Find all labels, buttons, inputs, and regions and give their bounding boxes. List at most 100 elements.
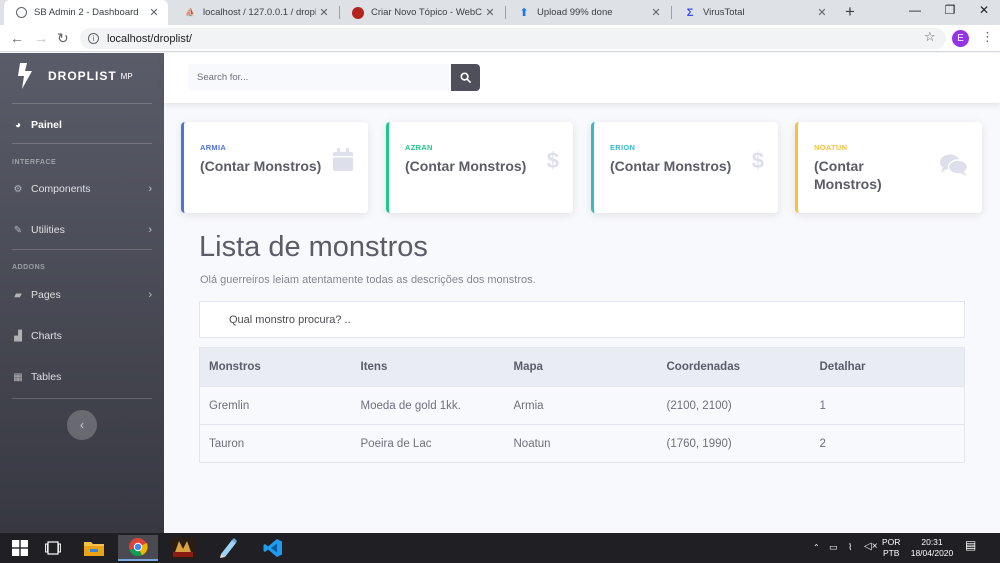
tab-virustotal[interactable]: Σ VirusTotal ✕ [672,0,836,25]
restore-window-icon[interactable]: ❐ [940,3,960,17]
column-header-coordenadas[interactable]: Coordenadas [657,347,811,387]
sidebar-item-label: Charts [31,330,62,342]
back-arrow-icon[interactable]: ← [10,30,24,46]
close-tab-icon[interactable]: ✕ [146,6,162,19]
sidebar: DROPLIST MP ◕ Painel INTERFACE ⚙ Compone… [0,53,164,533]
column-header-itens[interactable]: Itens [351,347,505,387]
cell-detail[interactable]: 1 [810,386,965,425]
tab-title: SB Admin 2 - Dashboard [34,7,139,18]
vscode-icon[interactable] [253,535,293,561]
tab-title: Criar Novo Tópico - WebCheats [371,7,482,18]
search-input[interactable] [188,64,451,91]
column-header-detalhar[interactable]: Detalhar [810,347,965,387]
language-top: POR [882,537,901,547]
wrench-icon: ✎ [13,224,23,236]
new-tab-icon[interactable]: + [845,2,855,22]
page-title: Lista de monstros [199,231,428,263]
sidebar-toggle-button[interactable]: ‹ [67,410,97,440]
sidebar-item-dashboard[interactable]: ◕ Painel [12,115,154,135]
sidebar-item-tables[interactable]: ▦ Tables [12,367,154,387]
clock[interactable]: 20:31 18/04/2020 [910,537,954,559]
webcheats-icon [352,6,364,19]
volume-icon[interactable]: ◁× [864,541,878,552]
brand-sup: MP [120,71,133,81]
cell-coordinates: (1760, 1990) [657,424,811,463]
address-bar[interactable]: i localhost/droplist/ [80,28,946,49]
sidebar-item-label: Pages [31,289,61,301]
wifi-icon[interactable]: ⌇ [848,542,852,553]
close-tab-icon[interactable]: ✕ [316,6,332,19]
menu-dots-icon[interactable]: ⋮ [981,29,994,45]
sidebar-item-label: Painel [31,119,62,131]
card-label: NOATUN [814,143,848,152]
reload-icon[interactable]: ↻ [57,30,69,47]
tachometer-icon: ◕ [14,119,22,131]
card-label: ERION [610,143,636,152]
tab-phpmyadmin[interactable]: ⛵ localhost / 127.0.0.1 / droplist / ✕ [172,0,338,25]
chrome-taskbar-icon[interactable] [118,535,158,561]
comments-icon [940,154,969,182]
task-view-icon[interactable] [33,535,73,561]
column-header-monstros[interactable]: Monstros [199,347,352,387]
minimize-icon[interactable]: — [905,3,925,17]
clock-time: 20:31 [921,537,943,547]
sidebar-item-charts[interactable]: ▟ Charts [12,326,154,346]
clock-date: 18/04/2020 [910,548,954,558]
close-window-icon[interactable]: ✕ [974,3,994,17]
brand-name: DROPLIST [48,69,117,83]
profile-avatar[interactable]: E [952,30,969,47]
close-tab-icon[interactable]: ✕ [648,6,664,19]
map-card-armia: ARMIA (Contar Monstros) [181,122,368,213]
page-subtitle: Olá guerreiros leiam atentamente todas a… [200,274,536,286]
battery-icon[interactable]: ▭ [829,542,838,553]
card-value: (Contar Monstros) [200,158,322,174]
search-button[interactable] [451,64,480,91]
forward-arrow-icon[interactable]: → [34,30,48,46]
notes-app-icon[interactable] [208,535,248,561]
notifications-icon[interactable]: ▤ [965,539,976,551]
virustotal-icon: Σ [686,6,694,19]
cell-coordinates: (2100, 2100) [657,386,811,425]
tab-upload[interactable]: ⬆ Upload 99% done ✕ [506,0,670,25]
table-header-row: Monstros Itens Mapa Coordenadas Detalhar [199,347,965,387]
bookmark-star-icon[interactable]: ☆ [924,29,936,45]
chart-area-icon: ▟ [14,330,22,342]
close-tab-icon[interactable]: ✕ [814,6,830,19]
globe-icon [16,7,27,18]
table-row[interactable]: Gremlin Moeda de gold 1kk. Armia (2100, … [199,386,965,425]
tab-webcheats[interactable]: Criar Novo Tópico - WebCheats ✕ [340,0,504,25]
cell-items: Poeira de Lac [351,424,505,463]
tab-sb-admin[interactable]: SB Admin 2 - Dashboard ✕ [4,0,168,25]
chevron-right-icon: › [148,183,152,195]
sidebar-item-components[interactable]: ⚙ Components › [12,179,154,199]
sidebar-item-utilities[interactable]: ✎ Utilities › [12,220,154,240]
folder-icon: ▰ [14,289,22,301]
info-icon[interactable]: i [88,33,99,44]
browser-tab-bar: SB Admin 2 - Dashboard ✕ ⛵ localhost / 1… [0,0,1000,25]
language-indicator[interactable]: POR PTB [882,537,900,559]
close-tab-icon[interactable]: ✕ [482,6,498,19]
map-card-azran: AZRAN (Contar Monstros) $ [386,122,573,213]
cell-detail[interactable]: 2 [810,424,965,463]
sidebar-item-label: Utilities [31,224,65,236]
table-icon: ▦ [13,371,23,383]
sidebar-item-label: Components [31,183,91,195]
column-header-mapa[interactable]: Mapa [504,347,658,387]
sidebar-item-pages[interactable]: ▰ Pages › [12,285,154,305]
chevron-right-icon: › [148,289,152,301]
calendar-icon [332,148,354,178]
monster-search-input[interactable] [199,301,965,338]
game-app-icon[interactable] [163,535,203,561]
tray-expand-icon[interactable]: ⌃ [813,542,820,553]
tab-title: localhost / 127.0.0.1 / droplist / [203,7,316,18]
sidebar-brand[interactable]: DROPLIST MP [18,63,133,89]
card-value: (Contar Monstros) [405,158,527,174]
sidebar-heading-addons: ADDONS [12,264,46,271]
sidebar-heading-interface: INTERFACE [12,159,57,166]
file-explorer-icon[interactable] [74,535,114,561]
card-label: ARMIA [200,143,227,152]
search-icon [460,72,471,83]
dollar-icon: $ [751,148,764,173]
table-row[interactable]: Tauron Poeira de Lac Noatun (1760, 1990)… [199,424,965,463]
sidebar-divider [12,398,152,399]
